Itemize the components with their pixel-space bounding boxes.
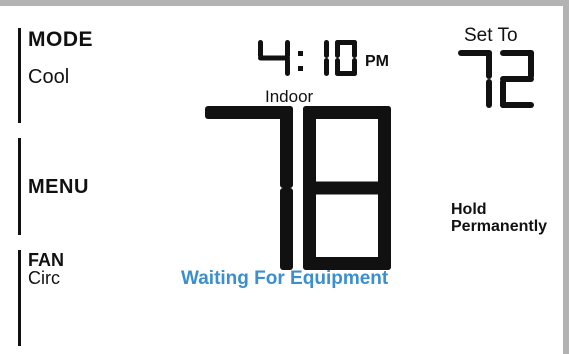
digit-7 [205, 106, 293, 270]
menu-tick [18, 138, 21, 235]
clock-meridiem: PM [365, 53, 389, 70]
segment-c [280, 188, 293, 270]
segment-b [378, 106, 391, 188]
hold-line2: Permanently [451, 218, 548, 235]
mode-label: MODE [28, 28, 93, 51]
hold-line1: Hold [451, 201, 487, 218]
status-text: Waiting For Equipment [181, 268, 389, 289]
mode-value: Cool [28, 66, 70, 88]
segment-e [500, 79, 506, 108]
segment-a [205, 106, 293, 119]
indoor-temperature [205, 106, 391, 270]
segment-e [303, 188, 316, 270]
setpoint-temperature[interactable] [458, 48, 538, 110]
segment-b [280, 106, 293, 188]
segment-c [324, 58, 329, 76]
segment-b [352, 40, 357, 58]
clock-colon-bottom [298, 66, 303, 71]
segment-f [303, 106, 316, 188]
segment-c [486, 79, 492, 108]
segment-b [528, 50, 534, 79]
clock-colon-top [298, 51, 303, 56]
digit-8 [303, 106, 391, 270]
clock-minute-digits [324, 40, 357, 76]
segment-b [285, 40, 290, 58]
segment-c [285, 58, 290, 76]
menu-button[interactable]: MENU [28, 176, 89, 199]
segment-b [486, 50, 492, 79]
digit-1 [324, 40, 329, 76]
digit-7 [458, 50, 492, 108]
clock-digits [258, 40, 357, 76]
fan-value: Circ [28, 268, 60, 288]
digit-2 [500, 50, 534, 108]
segment-g [303, 181, 391, 195]
clock-hour-digits [258, 40, 290, 76]
setpoint-label: Set To [464, 25, 518, 46]
segment-e [335, 58, 340, 76]
mode-tick [18, 28, 21, 123]
digit-4 [258, 40, 290, 76]
segment-b [324, 40, 329, 58]
digit-0 [335, 40, 357, 76]
fan-tick [18, 250, 21, 346]
segment-a [303, 106, 391, 119]
segment-g [500, 76, 534, 82]
segment-g [258, 55, 290, 61]
segment-f [258, 40, 263, 58]
segment-f [335, 40, 340, 58]
